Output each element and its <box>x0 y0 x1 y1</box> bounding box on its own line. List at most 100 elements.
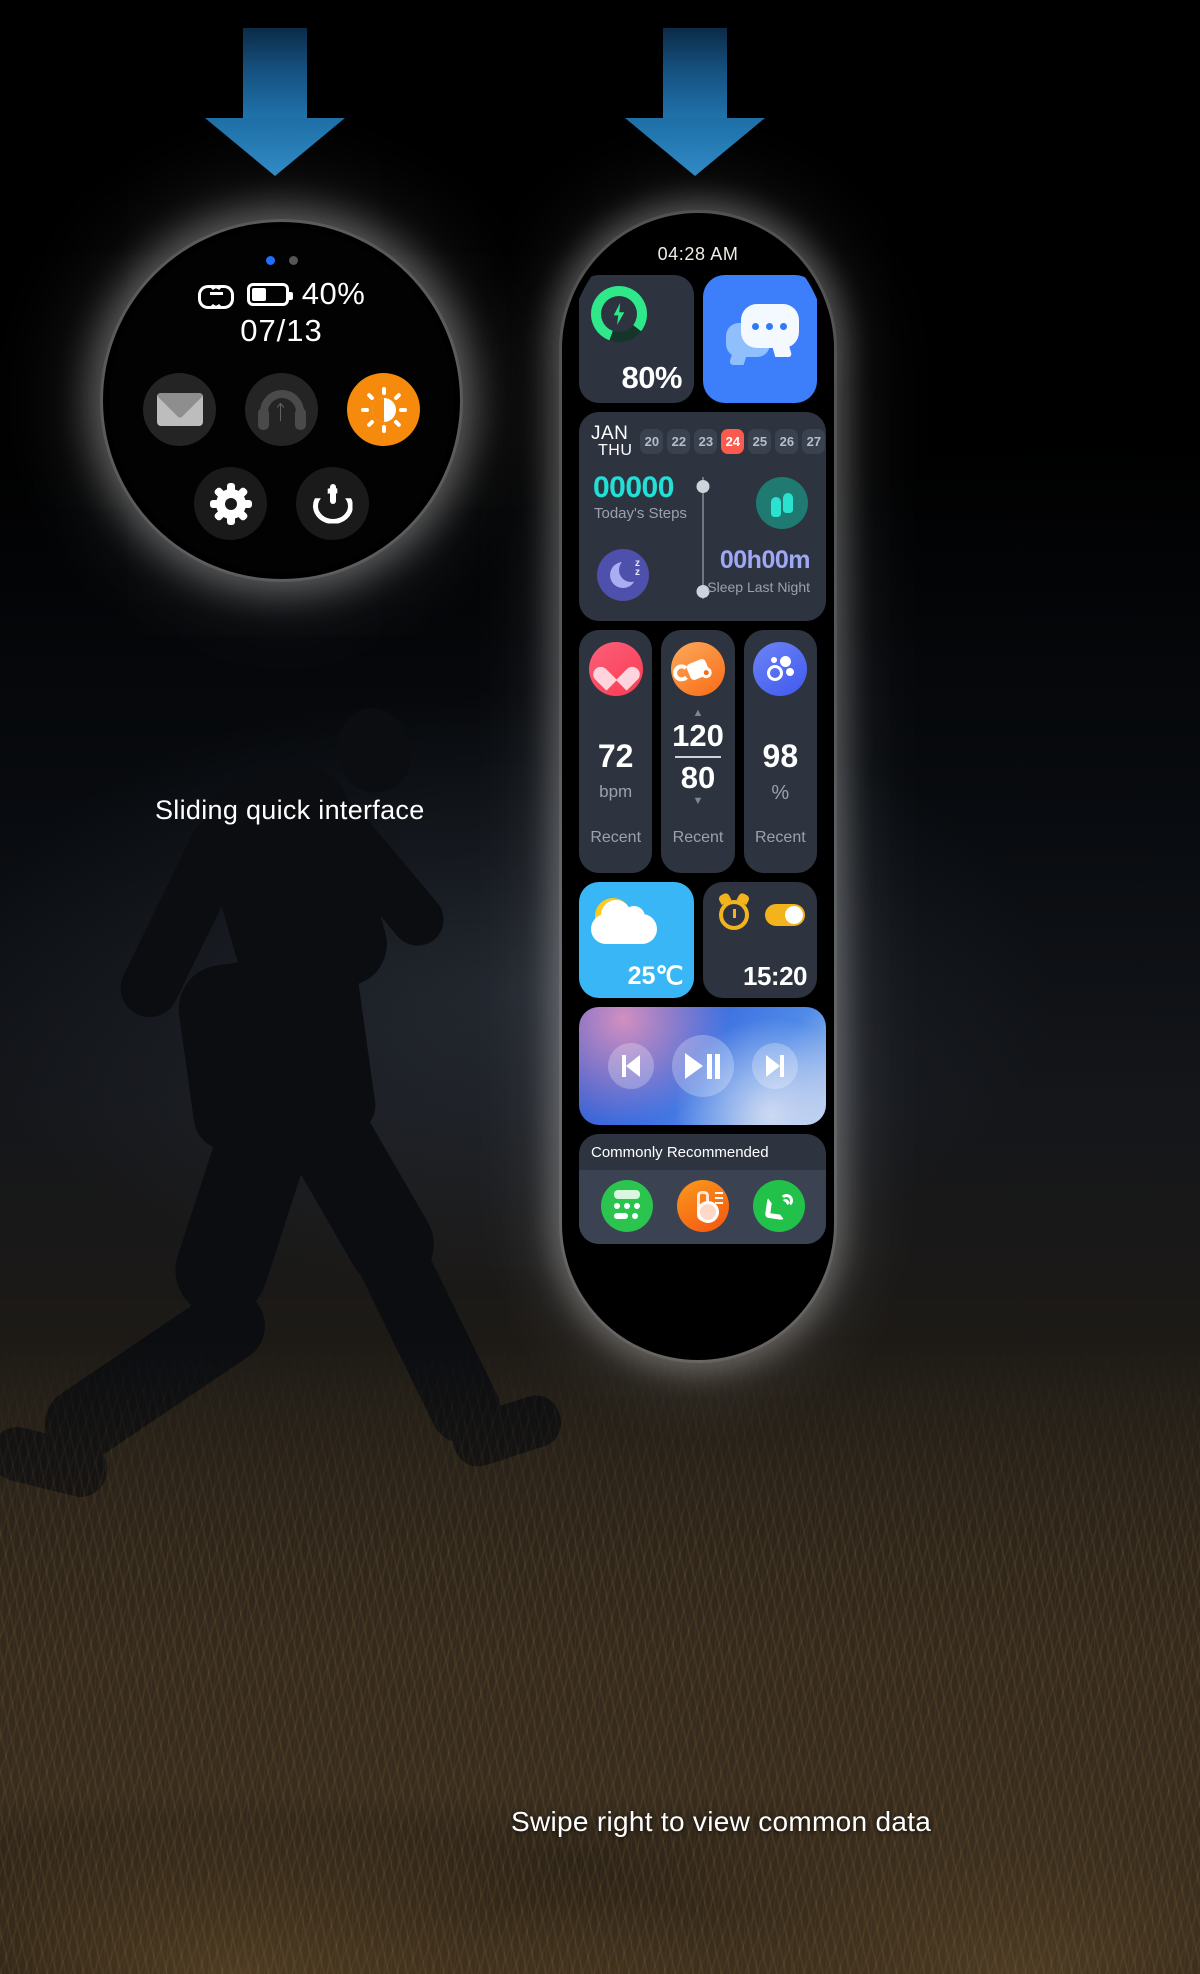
calendar-day-24[interactable]: 24 <box>721 429 745 454</box>
heart-rate-status: Recent <box>590 829 642 846</box>
blood-oxygen-value: 98 <box>762 738 799 774</box>
battery-percent-value: 80% <box>621 360 682 395</box>
commonly-recommended-title: Commonly Recommended <box>591 1144 769 1161</box>
quick-action-settings[interactable] <box>194 467 267 540</box>
watch-date-label: 07/13 <box>240 313 323 348</box>
round-watch-screen: 40% 07/13 ᛏ <box>109 228 454 573</box>
heart-icon <box>588 642 643 696</box>
sleep-value: 00h00m <box>719 546 811 574</box>
steps-label: Today's Steps <box>594 505 687 522</box>
thermometer-app-icon[interactable] <box>676 1180 729 1232</box>
quick-action-brightness[interactable] <box>347 373 420 446</box>
bluetooth-headphones-icon: ᛏ <box>257 389 306 430</box>
heart-rate-widget[interactable]: 72 bpm Recent <box>579 630 653 873</box>
quick-actions-row-1: ᛏ <box>109 373 454 446</box>
weather-temperature: 25℃ <box>627 962 684 990</box>
music-playpause-button[interactable] <box>671 1035 734 1097</box>
power-icon <box>312 483 353 524</box>
activity-dot-top <box>696 480 709 493</box>
quick-action-bluetooth-audio[interactable]: ᛏ <box>245 373 318 446</box>
status-bar: 40% <box>109 276 454 312</box>
sleep-label: Sleep Last Night <box>707 579 810 595</box>
play-pause-icon <box>685 1053 720 1079</box>
quick-action-power[interactable] <box>296 467 369 540</box>
vitals-row: 72 bpm Recent ▲ 120 80 ▼ Recent 98 % Rec… <box>579 630 817 873</box>
calendar-day-27[interactable]: 27 <box>802 429 826 454</box>
down-arrow-left-icon <box>205 28 345 176</box>
activity-block: 00000 Today's Steps zz 00h00m Sleep Last… <box>591 469 814 607</box>
clock-label: 04:28 AM <box>657 244 739 264</box>
weather-alarm-row: 25℃ 15:20 <box>579 882 817 998</box>
runner-silhouette <box>0 690 600 1503</box>
calendar-month: JAN <box>591 423 629 444</box>
down-arrow-right-icon <box>625 28 765 176</box>
gear-icon <box>209 482 252 525</box>
next-icon <box>765 1055 780 1077</box>
music-player-widget[interactable] <box>579 1007 826 1125</box>
calendar-day-26[interactable]: 26 <box>775 429 799 454</box>
steps-value: 00000 <box>593 471 674 504</box>
commonly-recommended-apps <box>579 1170 826 1244</box>
calendar-header: JAN THU 20 22 23 24 25 26 27 <box>591 424 826 459</box>
rect-watch-device: 04:28 AM 80% JAN THU 20 22 23 24 25 26 2… <box>562 213 834 1360</box>
cloud-icon <box>591 900 657 944</box>
calendar-day-strip[interactable]: 20 22 23 24 25 26 27 <box>640 429 826 454</box>
music-previous-button[interactable] <box>607 1043 654 1089</box>
calculator-app-icon[interactable] <box>600 1180 653 1232</box>
battery-ring-icon <box>591 286 647 342</box>
alarm-widget[interactable]: 15:20 <box>702 882 817 998</box>
activity-divider <box>701 477 704 599</box>
battery-widget[interactable]: 80% <box>579 275 694 403</box>
quick-actions-row-2 <box>109 467 454 540</box>
sleep-moon-icon: zz <box>597 549 649 601</box>
alarm-toggle[interactable] <box>765 904 805 926</box>
calendar-activity-widget[interactable]: JAN THU 20 22 23 24 25 26 27 00000 Today's Ste… <box>579 412 826 621</box>
round-watch-device: 40% 07/13 ᛏ <box>103 222 460 579</box>
bp-up-caret-icon: ▲ <box>692 707 704 719</box>
rect-watch-screen: 04:28 AM 80% JAN THU 20 22 23 24 25 26 2… <box>569 220 827 1353</box>
charging-bolt-icon <box>613 303 625 325</box>
bp-down-caret-icon: ▼ <box>692 795 704 807</box>
alarm-clock-icon <box>718 900 749 930</box>
blood-pressure-icon <box>670 642 725 696</box>
battery-icon <box>246 282 293 306</box>
commonly-recommended-widget: Commonly Recommended <box>579 1134 826 1244</box>
message-bubble-front-icon <box>741 304 799 348</box>
caption-swipe-right: Swipe right to view common data <box>511 1806 932 1837</box>
heart-rate-unit: bpm <box>599 782 633 801</box>
bp-diastolic-value: 80 <box>680 760 716 795</box>
blood-pressure-readout: ▲ 120 80 ▼ <box>661 707 734 807</box>
phone-app-icon[interactable] <box>752 1180 805 1232</box>
weather-widget[interactable]: 25℃ <box>579 882 694 998</box>
calendar-day-25[interactable]: 25 <box>748 429 772 454</box>
messages-widget[interactable] <box>703 275 817 403</box>
page-dot-active <box>265 256 275 265</box>
ground-grass <box>0 1334 1200 1974</box>
alarm-time: 15:20 <box>743 961 808 991</box>
quick-action-mail[interactable] <box>143 373 216 446</box>
blood-oxygen-status: Recent <box>754 829 806 846</box>
footsteps-icon <box>756 477 808 529</box>
calendar-day-23[interactable]: 23 <box>694 429 718 454</box>
calendar-month-block: JAN THU <box>591 424 632 459</box>
music-next-button[interactable] <box>751 1043 798 1089</box>
brightness-icon <box>360 386 407 433</box>
blood-oxygen-unit: % <box>771 782 790 804</box>
calendar-day-20[interactable]: 20 <box>640 429 664 454</box>
blood-oxygen-icon <box>753 642 808 696</box>
page-dot <box>288 256 298 265</box>
bp-divider <box>674 756 721 758</box>
screenshot-root: 40% 07/13 ᛏ Sliding quick interface 04:2… <box>0 0 1200 1974</box>
blood-pressure-widget[interactable]: ▲ 120 80 ▼ Recent <box>661 630 735 873</box>
page-indicator <box>109 256 454 265</box>
blood-pressure-status: Recent <box>672 829 724 846</box>
caption-sliding-quick-interface: Sliding quick interface <box>155 795 425 825</box>
bp-systolic-value: 120 <box>672 718 724 753</box>
mail-icon <box>156 393 203 426</box>
link-connected-icon <box>197 284 234 309</box>
top-widgets-row: 80% <box>579 275 817 403</box>
battery-percent-label: 40% <box>301 276 366 311</box>
calendar-day-22[interactable]: 22 <box>667 429 691 454</box>
blood-oxygen-widget[interactable]: 98 % Recent <box>743 630 817 873</box>
heart-rate-value: 72 <box>597 738 634 774</box>
